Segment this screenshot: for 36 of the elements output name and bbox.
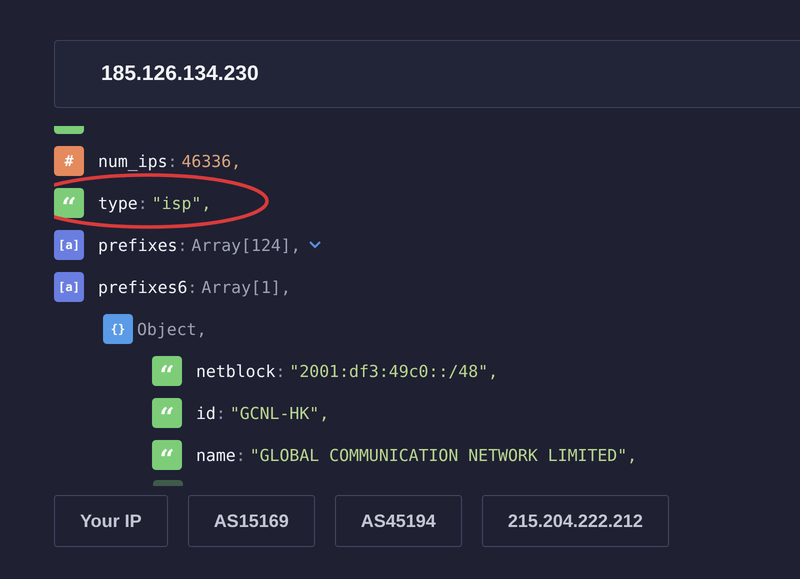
- property-value: Array[124],: [191, 236, 301, 254]
- property-value: "2001:df3:49c0::/48",: [289, 362, 498, 380]
- lookup-button[interactable]: Your IP: [54, 495, 168, 547]
- property-value: Object,: [137, 320, 207, 338]
- property-value: "GCNL-HK",: [230, 404, 330, 422]
- property-key: netblock: [196, 362, 276, 380]
- search-field[interactable]: 185.126.134.230: [54, 40, 800, 108]
- string-type-icon: “: [54, 188, 84, 218]
- property-value: "isp",: [152, 194, 212, 212]
- property-value: "GLOBAL COMMUNICATION NETWORK LIMITED",: [250, 446, 638, 464]
- property-key: prefixes6: [98, 278, 188, 296]
- chevron-down-icon[interactable]: [308, 241, 321, 249]
- property-key: num_ips: [98, 152, 168, 170]
- property-key: prefixes: [98, 236, 178, 254]
- colon: :: [187, 278, 198, 296]
- property-key: type: [98, 194, 138, 212]
- colon: :: [236, 446, 246, 464]
- property-value: 46336,: [181, 152, 242, 170]
- lookup-button[interactable]: 215.204.222.212: [482, 495, 669, 547]
- colon: :: [216, 404, 226, 422]
- array-type-icon: [a]: [54, 272, 84, 302]
- colon: :: [177, 236, 188, 254]
- property-key: id: [196, 404, 216, 422]
- lookup-button[interactable]: AS45194: [334, 495, 462, 547]
- property-value: Array[1],: [201, 278, 291, 296]
- colon: :: [168, 152, 178, 170]
- colon: :: [275, 362, 286, 380]
- colon: :: [138, 194, 148, 212]
- string-type-icon: “: [152, 440, 182, 470]
- array-type-icon: [a]: [54, 230, 84, 260]
- object-type-icon: {}: [103, 314, 133, 344]
- string-type-icon: “: [152, 398, 182, 428]
- string-type-icon: “: [152, 356, 182, 386]
- number-type-icon: #: [54, 146, 84, 176]
- property-key: name: [196, 446, 236, 464]
- lookup-button[interactable]: AS15169: [188, 495, 315, 547]
